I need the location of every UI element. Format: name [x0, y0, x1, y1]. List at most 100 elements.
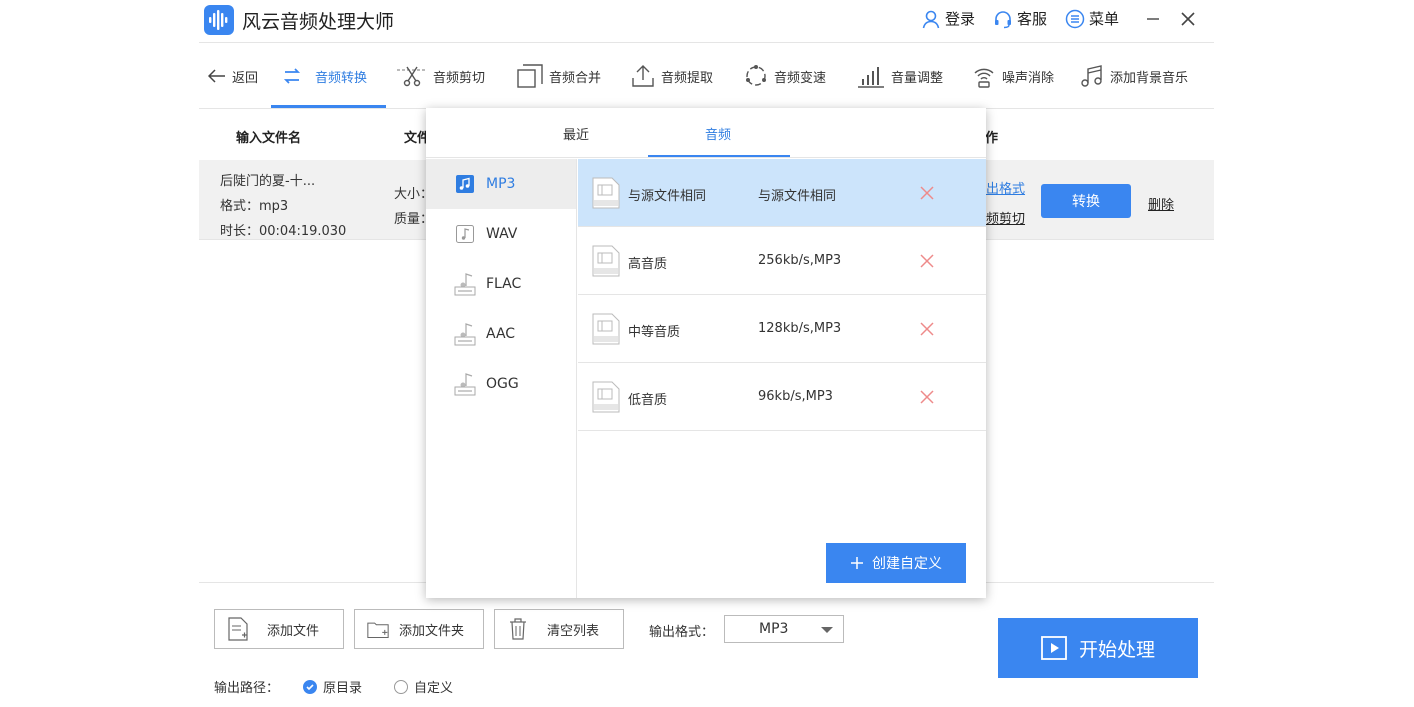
back-button[interactable]: 返回	[208, 43, 258, 109]
format-item-aac[interactable]: AAC	[426, 309, 576, 359]
radio-label: 自定义	[414, 681, 454, 696]
feature-toolbar: 返回 音频转换 音频剪切 音频合并 音频提取 音频变速 音量调整 噪声消除 添加…	[199, 43, 1214, 109]
source-file-icon	[592, 381, 620, 413]
format-item-flac[interactable]: FLAC	[426, 259, 576, 309]
tab-audio-convert[interactable]: 音频转换	[281, 43, 367, 109]
convert-button[interactable]: 转换	[1041, 184, 1131, 218]
close-icon[interactable]	[919, 389, 935, 405]
service-button[interactable]: 客服	[993, 8, 1047, 29]
popup-tab-recent[interactable]: 最近	[563, 124, 589, 143]
close-icon	[1181, 12, 1195, 26]
format-label: MP3	[486, 176, 516, 192]
tab-label: 音频合并	[549, 70, 602, 86]
file-format: 格式：mp3	[220, 199, 289, 214]
tab-label: 音频剪切	[433, 70, 486, 86]
output-format-link[interactable]: 出格式	[986, 178, 1025, 197]
login-button[interactable]: 登录	[921, 8, 975, 29]
close-window-button[interactable]	[1177, 8, 1199, 30]
service-label: 客服	[1016, 10, 1047, 28]
speed-circle-icon	[746, 65, 766, 86]
radio-custom-dir[interactable]: 自定义	[394, 677, 453, 696]
format-item-mp3[interactable]: MP3	[426, 159, 576, 209]
tab-noise-removal[interactable]: 噪声消除	[972, 43, 1054, 109]
list-item[interactable]: 与源文件相同 与源文件相同	[578, 159, 986, 227]
add-file-button[interactable]: 添加文件	[214, 609, 344, 649]
output-format-value: MP3	[759, 621, 789, 637]
start-processing-button[interactable]: 开始处理	[998, 618, 1198, 678]
start-processing-label: 开始处理	[1078, 638, 1155, 661]
scissors-icon	[397, 66, 427, 87]
source-file-icon	[592, 245, 620, 277]
app-title: 风云音频处理大师	[242, 11, 395, 33]
preset-value: 256kb/s,MP3	[758, 253, 842, 268]
close-icon[interactable]	[919, 321, 935, 337]
tab-add-bgm[interactable]: 添加背景音乐	[1080, 43, 1188, 109]
headset-icon	[994, 10, 1011, 28]
active-tab-indicator	[271, 105, 386, 108]
output-format-label: 输出格式：	[649, 625, 715, 640]
tab-audio-cut[interactable]: 音频剪切	[397, 43, 485, 109]
convert-arrows-icon	[283, 68, 301, 84]
tab-audio-merge[interactable]: 音频合并	[517, 43, 601, 109]
list-item[interactable]: 中等音质 128kb/s,MP3	[578, 295, 986, 363]
format-list: MP3 WAV FLAC AAC OGG	[426, 159, 577, 598]
tab-audio-extract[interactable]: 音频提取	[631, 43, 713, 109]
format-popup: 最近 音频 MP3 WAV FLAC AAC OGG 与源文件相同 与源文件相同…	[426, 108, 986, 598]
format-label: WAV	[486, 226, 518, 242]
wav-file-icon	[454, 222, 476, 246]
source-file-icon	[592, 177, 620, 209]
list-item[interactable]: 高音质 256kb/s,MP3	[578, 227, 986, 295]
create-custom-button[interactable]: 创建自定义	[826, 543, 966, 583]
close-icon[interactable]	[919, 253, 935, 269]
preset-name: 高音质	[628, 257, 668, 272]
play-icon	[1041, 636, 1067, 660]
tab-label: 添加背景音乐	[1110, 70, 1189, 86]
tab-label: 噪声消除	[1002, 70, 1055, 86]
header-input-name: 输入文件名	[236, 131, 302, 146]
app-logo-icon	[204, 5, 234, 35]
radio-unchecked-icon	[394, 679, 408, 694]
popup-tab-indicator	[648, 155, 790, 157]
radio-original-dir[interactable]: 原目录	[303, 677, 362, 696]
preset-list: 与源文件相同 与源文件相同 高音质 256kb/s,MP3 中等音质 128kb…	[578, 159, 986, 431]
plus-icon	[851, 557, 863, 569]
merge-icon	[517, 64, 543, 88]
noise-icon	[974, 68, 994, 88]
format-item-wav[interactable]: WAV	[426, 209, 576, 259]
title-bar: 风云音频处理大师 登录 客服 菜单	[199, 0, 1214, 43]
minimize-button[interactable]	[1142, 8, 1164, 30]
minimize-icon	[1147, 18, 1159, 20]
list-item[interactable]: 低音质 96kb/s,MP3	[578, 363, 986, 431]
user-icon	[922, 10, 940, 28]
format-label: AAC	[486, 326, 516, 342]
tab-volume-adjust[interactable]: 音量调整	[857, 43, 943, 109]
tab-audio-speed[interactable]: 音频变速	[744, 43, 826, 109]
file-duration: 时长：00:04:19.030	[220, 224, 347, 239]
popup-tab-audio[interactable]: 音频	[705, 124, 731, 143]
format-item-ogg[interactable]: OGG	[426, 359, 576, 409]
menu-icon	[1065, 9, 1085, 28]
audio-cut-link[interactable]: 频剪切	[986, 208, 1025, 227]
preset-value: 96kb/s,MP3	[758, 389, 833, 404]
preset-name: 中等音质	[628, 325, 681, 340]
aac-file-icon	[454, 322, 476, 346]
tab-label: 音量调整	[891, 70, 944, 86]
music-note-icon	[1081, 65, 1102, 87]
add-file-icon	[227, 616, 249, 642]
add-folder-button[interactable]: 添加文件夹	[354, 609, 484, 649]
clear-list-button[interactable]: 清空列表	[494, 609, 624, 649]
volume-bars-icon	[858, 67, 884, 88]
preset-value: 128kb/s,MP3	[758, 321, 842, 336]
create-custom-label: 创建自定义	[872, 556, 942, 572]
back-label: 返回	[232, 70, 259, 86]
close-icon[interactable]	[919, 185, 935, 201]
login-label: 登录	[944, 10, 975, 28]
clear-list-label: 清空列表	[547, 623, 600, 639]
tab-label: 音频转换	[315, 70, 368, 86]
delete-link[interactable]: 删除	[1148, 194, 1174, 213]
popup-tabs: 最近 音频	[426, 108, 986, 158]
preset-value: 与源文件相同	[758, 189, 837, 204]
output-path-label: 输出路径：	[214, 681, 280, 696]
menu-button[interactable]: 菜单	[1065, 8, 1119, 29]
output-format-select[interactable]: MP3	[724, 615, 844, 643]
